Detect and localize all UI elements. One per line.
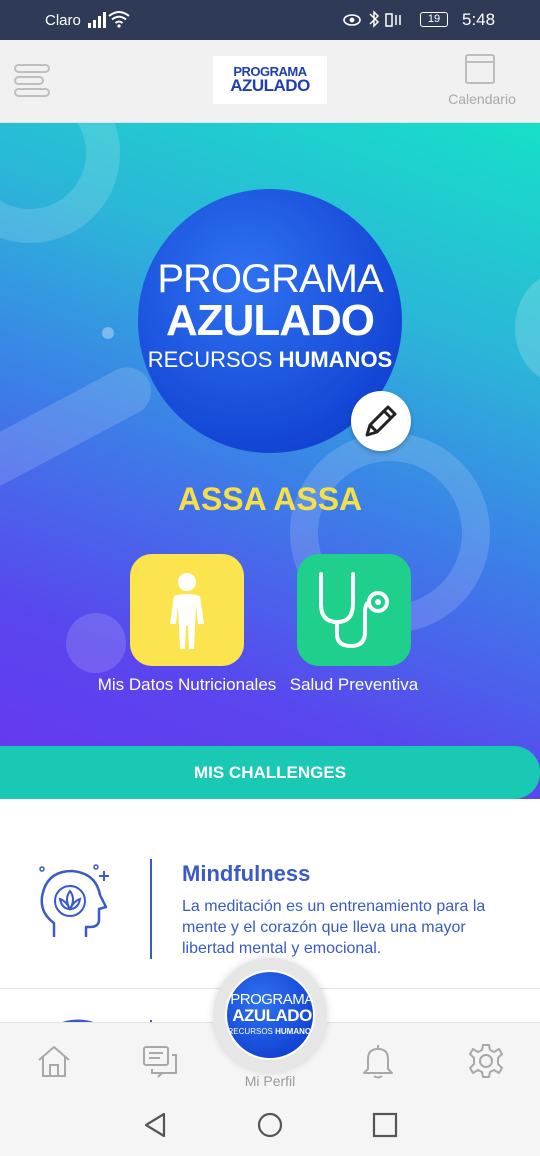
battery-indicator: 19: [420, 12, 448, 27]
tile-datos-nutricionales[interactable]: [130, 554, 244, 666]
nav-avatar-light: RECURSOS: [227, 1027, 273, 1036]
tile-salud-preventiva[interactable]: [297, 554, 411, 666]
system-navigation: [0, 1094, 540, 1156]
decor-shape: [102, 327, 114, 339]
gear-icon[interactable]: [468, 1043, 504, 1079]
profile-nav-button[interactable]: PROGRAMA AZULADO RECURSOS HUMANOS: [225, 970, 315, 1060]
avatar-text-line2: AZULADO: [165, 296, 375, 345]
tile-label-datos: Mis Datos Nutricionales: [97, 675, 277, 694]
decor-shape: [66, 613, 126, 673]
app-header: PROGRAMA AZULADO Calendario: [0, 40, 540, 123]
home-icon[interactable]: [36, 1043, 72, 1079]
avatar-text-light: RECURSOS: [147, 347, 273, 372]
decor-shape: [0, 358, 160, 496]
bell-icon[interactable]: [360, 1043, 396, 1079]
user-name: ASSA ASSA: [177, 481, 363, 517]
recents-icon[interactable]: [370, 1110, 400, 1140]
chat-icon[interactable]: [142, 1043, 178, 1079]
meditation-head-icon: [39, 864, 109, 937]
nav-avatar-line1: PROGRAMA: [230, 991, 314, 1008]
challenge-title: Mindfulness: [182, 861, 311, 886]
app-logo[interactable]: PROGRAMA AZULADO: [213, 56, 327, 104]
status-bar: Claro 19 5:48: [0, 0, 540, 40]
avatar-text-line1: PROGRAMA: [157, 257, 383, 301]
nav-avatar-line2: AZULADO: [232, 1006, 312, 1025]
home-circle-icon[interactable]: [255, 1110, 285, 1140]
avatar-text-bold: HUMANOS: [278, 347, 393, 372]
carrier-name: Claro: [45, 12, 81, 29]
calendar-icon: [465, 54, 495, 84]
profile-hero: PROGRAMA AZULADO RECURSOS HUMANOS ASSA A…: [0, 123, 540, 799]
signal-icon: [88, 12, 106, 28]
person-icon: [170, 573, 204, 649]
avatar-text-line3: RECURSOS HUMANOS: [138, 349, 402, 371]
back-icon[interactable]: [140, 1110, 170, 1140]
wifi-icon: [108, 11, 130, 28]
decor-shape: [0, 123, 120, 243]
decor-shape: [515, 273, 540, 383]
calendar-button[interactable]: Calendario: [440, 52, 524, 112]
card-divider: [150, 859, 152, 959]
tile-label-salud: Salud Preventiva: [289, 675, 419, 694]
nav-avatar-bold: HUMANOS: [275, 1027, 315, 1036]
edit-profile-button[interactable]: [351, 391, 411, 451]
pencil-icon: [365, 405, 397, 437]
logo-line2: AZULADO: [230, 76, 310, 95]
mi-perfil-label: Mi Perfil: [244, 1073, 296, 1089]
challenge-description: La meditación es un entrenamiento para l…: [182, 898, 486, 957]
stethoscope-icon: [319, 572, 389, 649]
clock: 5:48: [462, 10, 496, 29]
menu-icon[interactable]: [14, 62, 52, 100]
calendar-label: Calendario: [448, 91, 516, 107]
mis-challenges-bar[interactable]: MIS CHALLENGES: [0, 746, 540, 799]
nav-avatar-line3: RECURSOS HUMANOS: [227, 1027, 315, 1036]
